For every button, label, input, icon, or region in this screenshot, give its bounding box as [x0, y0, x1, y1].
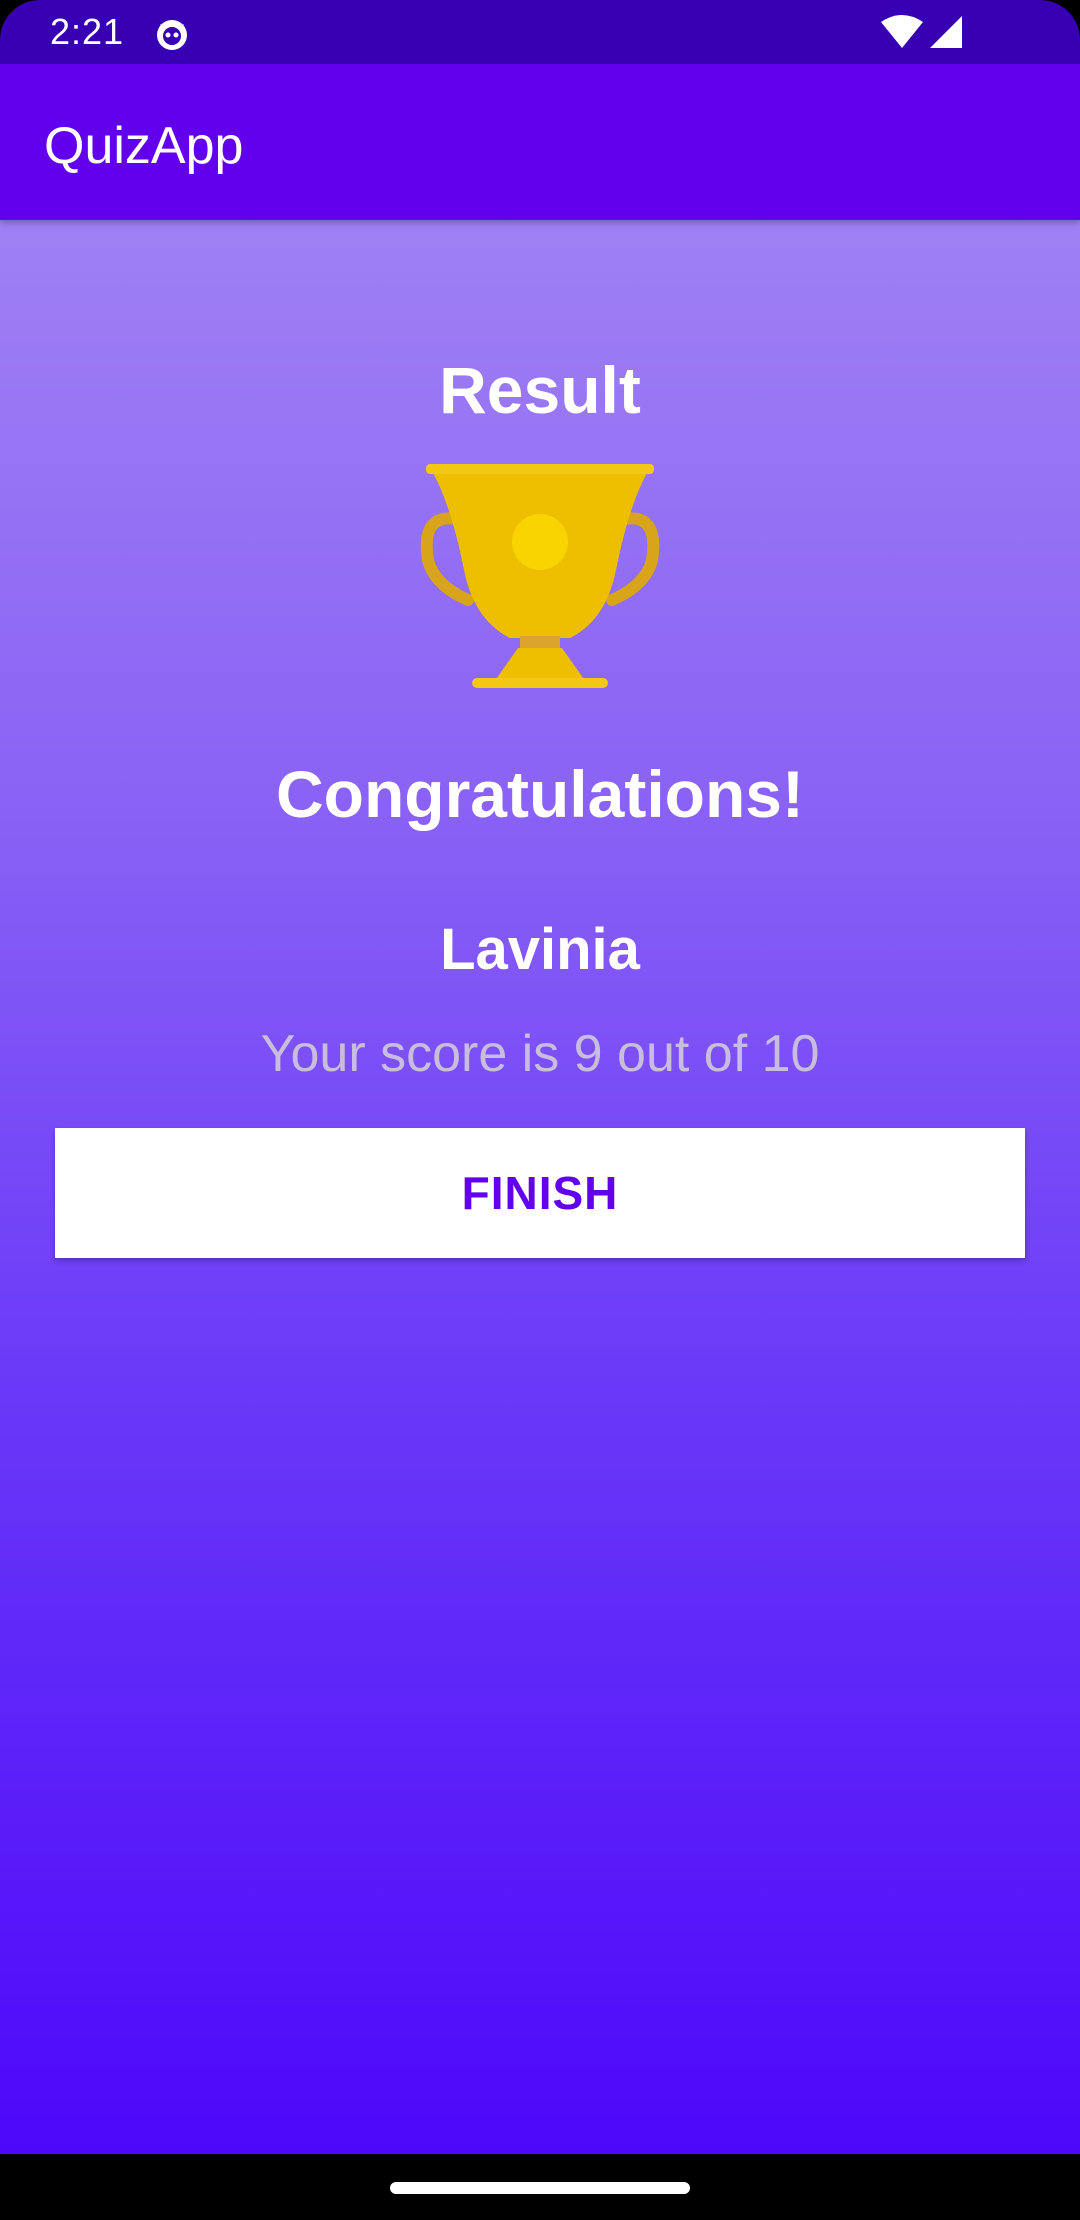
status-time: 2:21 [50, 11, 125, 52]
wifi-icon [881, 15, 923, 48]
app-bar: QuizApp [0, 64, 1080, 220]
finish-button[interactable]: FINISH [55, 1128, 1025, 1258]
trophy-icon [420, 464, 660, 688]
score-text: Your score is 9 out of 10 [260, 1025, 820, 1083]
app-notification-icon [157, 20, 187, 50]
player-name: Lavinia [440, 917, 640, 982]
app-title: QuizApp [44, 117, 244, 175]
result-title: Result [439, 353, 641, 427]
cell-signal-icon [930, 16, 962, 48]
congratulations-text: Congratulations! [276, 757, 804, 831]
result-screen: Result Congratulations! Lavinia Your sco… [0, 220, 1080, 2154]
status-bar: 2:21 [0, 0, 1080, 64]
home-gesture-handle[interactable] [390, 2182, 690, 2194]
navigation-bar [0, 2154, 1080, 2220]
